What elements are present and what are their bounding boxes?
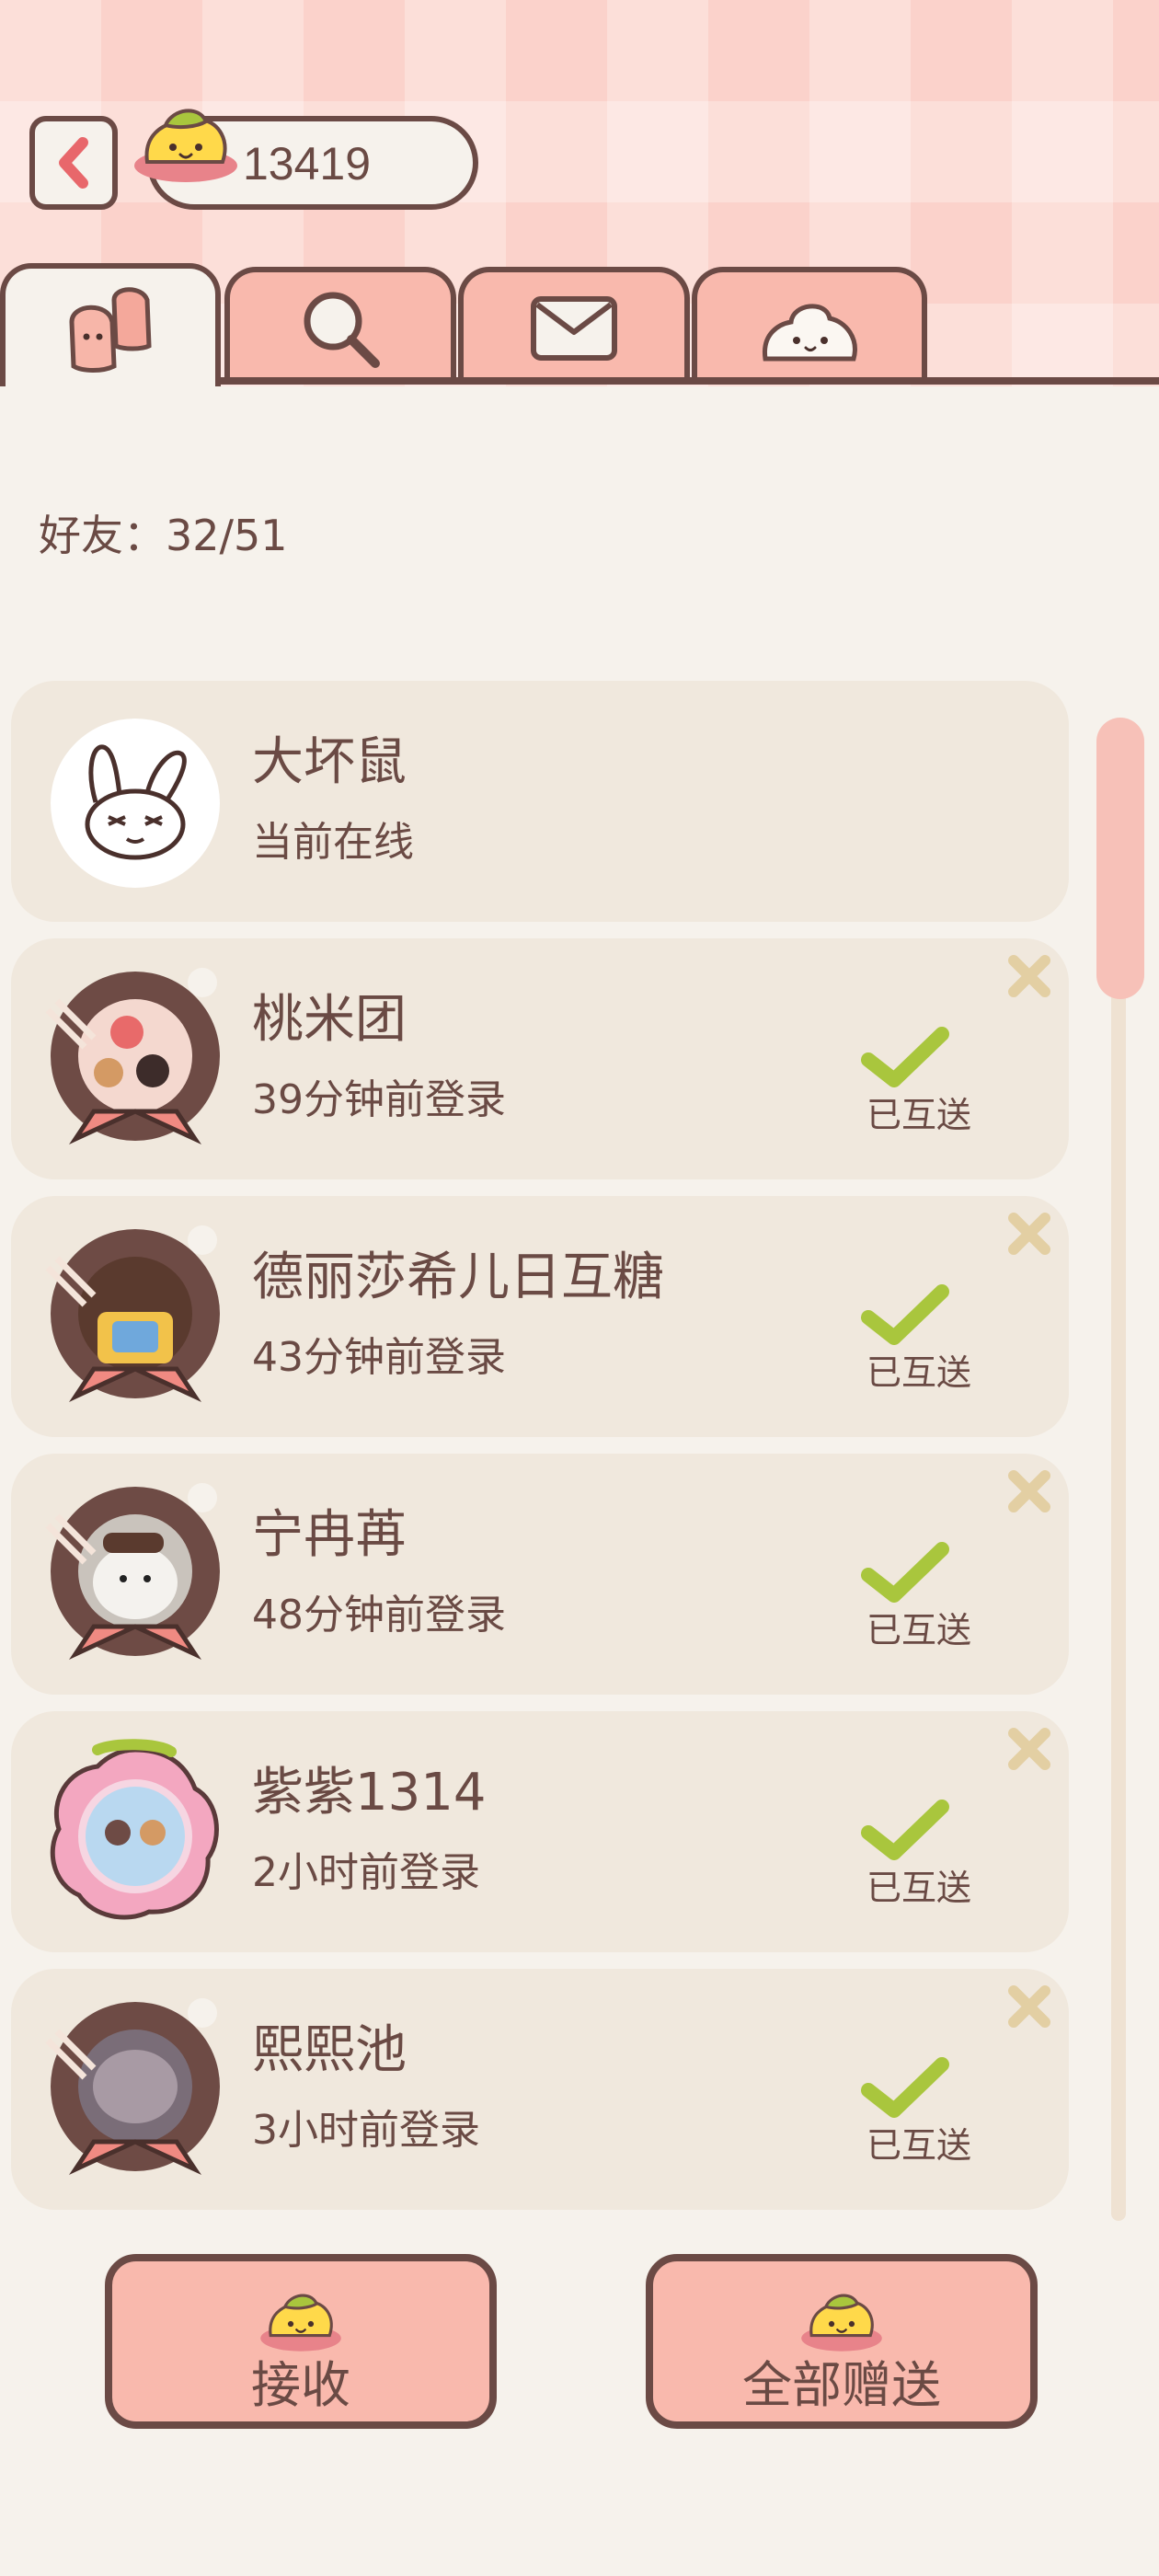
tab-search[interactable]: [224, 267, 456, 385]
send-all-button[interactable]: 全部赠送: [646, 2254, 1038, 2429]
friend-name: 宁冉苒: [252, 1505, 407, 1565]
donut-avatar[interactable]: [39, 1479, 232, 1673]
friend-card[interactable]: 大坏鼠 当前在线: [11, 681, 1069, 922]
sent-status-label: 已互送: [866, 1095, 972, 1135]
tab-gift[interactable]: [692, 267, 927, 385]
friend-card[interactable]: 宁冉苒 48分钟前登录 已互送: [11, 1454, 1069, 1695]
close-icon[interactable]: [1004, 1209, 1054, 1259]
back-button[interactable]: [29, 116, 118, 210]
chevron-left-icon: [59, 137, 88, 189]
friend-status: 39分钟前登录: [252, 1076, 506, 1123]
flower-avatar[interactable]: [39, 1737, 232, 1930]
friend-name: 桃米团: [252, 990, 407, 1050]
mochi-coin-icon: [801, 2294, 882, 2352]
donut-avatar[interactable]: [39, 1222, 232, 1415]
search-icon: [304, 292, 380, 368]
friend-card[interactable]: 紫紫1314 2小时前登录 已互送: [11, 1711, 1069, 1952]
sent-status-label: 已互送: [866, 2125, 972, 2166]
check-icon: [861, 2057, 949, 2118]
rabbit-avatar[interactable]: [39, 707, 232, 900]
receive-button[interactable]: 接收: [105, 2254, 497, 2429]
friend-status: 3小时前登录: [252, 2107, 480, 2154]
friend-name: 紫紫1314: [252, 1763, 487, 1823]
friend-name: 大坏鼠: [252, 732, 407, 792]
sent-status-label: 已互送: [866, 1868, 972, 1908]
friend-card[interactable]: 德丽莎希儿日互糖 43分钟前登录 已互送: [11, 1196, 1069, 1437]
send-all-button-label: 全部赠送: [742, 2356, 941, 2414]
friend-status: 2小时前登录: [252, 1849, 480, 1896]
sent-status-label: 已互送: [866, 1610, 972, 1650]
friend-card[interactable]: 熙熙池 3小时前登录 已互送: [11, 1969, 1069, 2210]
check-icon: [861, 1284, 949, 1345]
friend-name: 熙熙池: [252, 2020, 407, 2080]
donut-avatar[interactable]: [39, 964, 232, 1157]
close-icon[interactable]: [1004, 1724, 1054, 1774]
friend-status: 43分钟前登录: [252, 1334, 506, 1381]
tab-mail[interactable]: [458, 267, 690, 385]
friends-count: 好友：32/51: [39, 511, 288, 560]
check-icon: [861, 1800, 949, 1860]
close-icon[interactable]: [1004, 1466, 1054, 1516]
close-icon[interactable]: [1004, 1982, 1054, 2031]
friend-card[interactable]: 桃米团 39分钟前登录 已互送: [11, 938, 1069, 1179]
check-icon: [861, 1027, 949, 1087]
donut-avatar[interactable]: [39, 1995, 232, 2188]
mail-icon: [531, 296, 617, 361]
tab-friends[interactable]: [0, 263, 221, 386]
friend-status: 48分钟前登录: [252, 1592, 506, 1639]
mochi-coin-icon: [134, 109, 237, 182]
friend-name: 德丽莎希儿日互糖: [252, 1248, 664, 1307]
scrollbar-thumb[interactable]: [1096, 718, 1144, 999]
friend-status: 当前在线: [252, 819, 414, 866]
receive-button-label: 接收: [251, 2356, 350, 2414]
coin-count: 13419: [243, 138, 372, 190]
friends-icon: [69, 287, 152, 373]
mochi-icon: [763, 304, 857, 362]
close-icon[interactable]: [1004, 951, 1054, 1001]
check-icon: [861, 1542, 949, 1603]
sent-status-label: 已互送: [866, 1352, 972, 1393]
mochi-coin-icon: [260, 2294, 341, 2352]
